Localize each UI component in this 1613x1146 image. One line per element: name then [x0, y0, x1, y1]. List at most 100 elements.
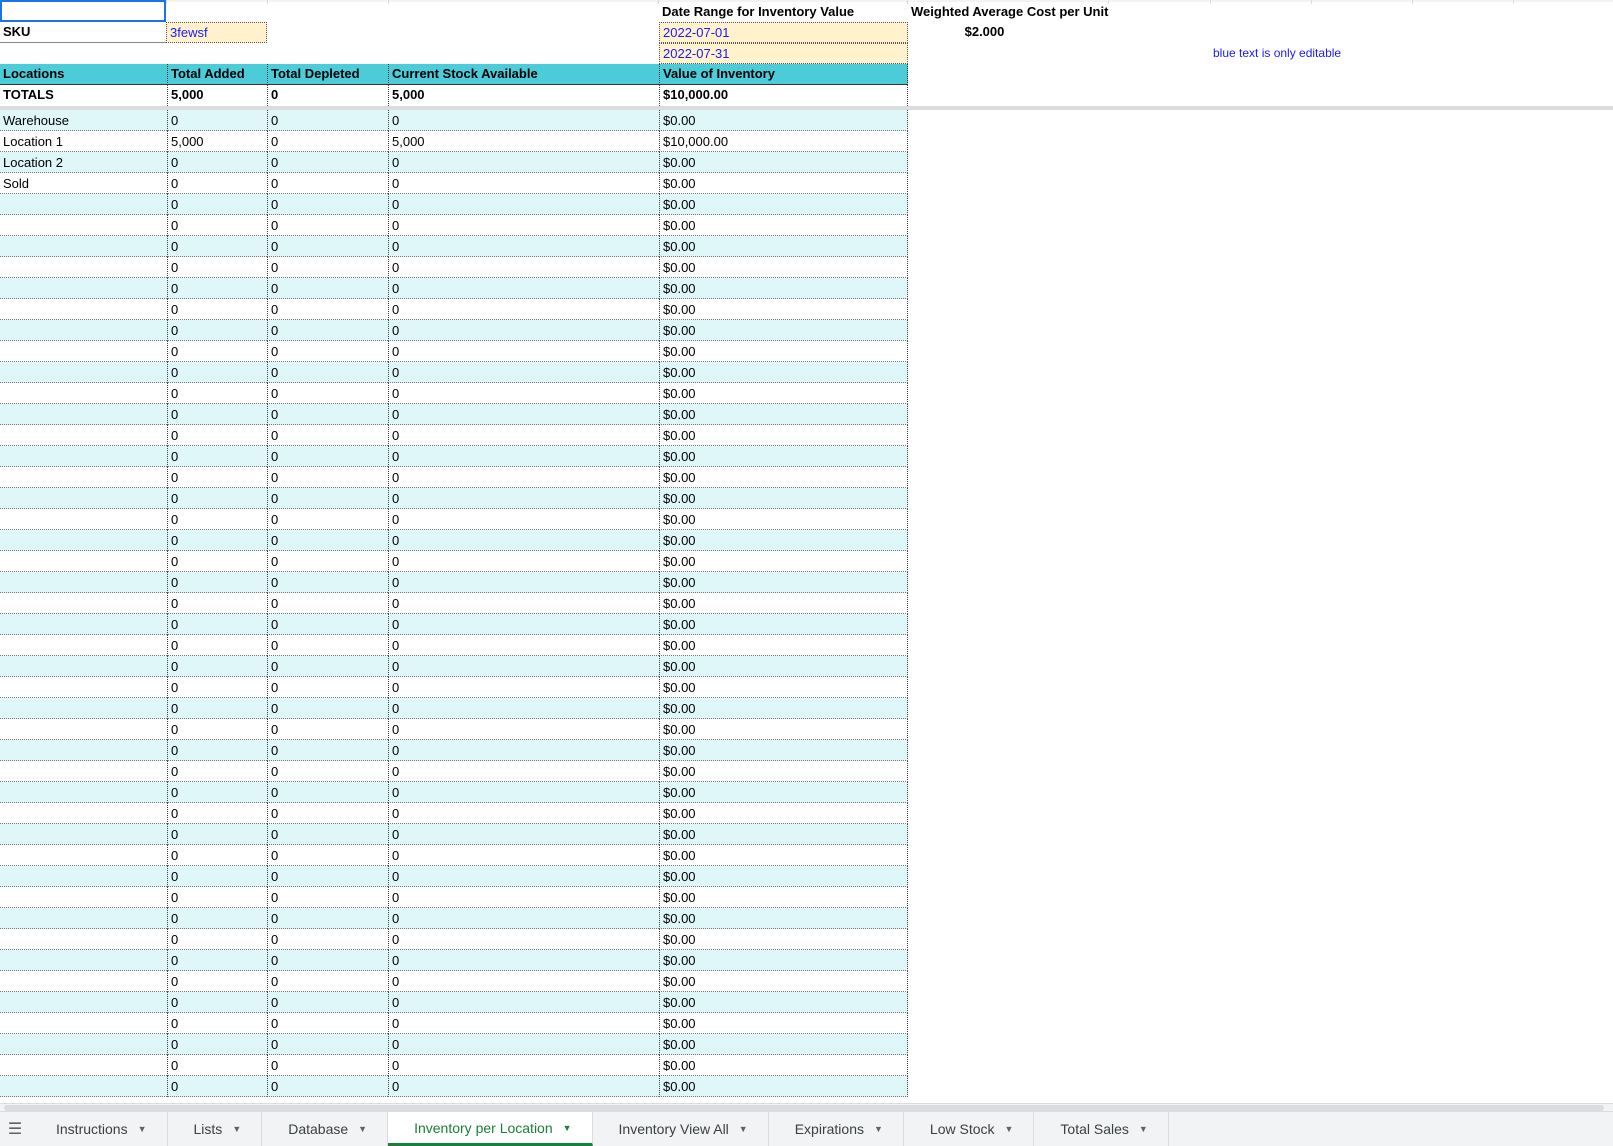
total-depleted-cell[interactable]: 0	[267, 887, 388, 908]
current-stock-cell[interactable]: 0	[388, 719, 659, 740]
current-stock-cell[interactable]: 0	[388, 173, 659, 194]
inventory-value-cell[interactable]: $0.00	[659, 320, 908, 341]
inventory-value-cell[interactable]: $0.00	[659, 992, 908, 1013]
total-depleted-cell[interactable]: 0	[267, 425, 388, 446]
current-stock-cell[interactable]: 0	[388, 992, 659, 1013]
inventory-value-cell[interactable]: $0.00	[659, 614, 908, 635]
total-added-cell[interactable]: 0	[167, 152, 267, 173]
inventory-value-cell[interactable]: $10,000.00	[659, 131, 908, 152]
inventory-value-cell[interactable]: $0.00	[659, 1034, 908, 1055]
total-depleted-cell[interactable]: 0	[267, 761, 388, 782]
location-cell[interactable]	[0, 1013, 167, 1034]
location-cell[interactable]	[0, 845, 167, 866]
total-depleted-cell[interactable]: 0	[267, 614, 388, 635]
total-depleted-cell[interactable]: 0	[267, 551, 388, 572]
total-added-cell[interactable]: 0	[167, 530, 267, 551]
current-stock-cell[interactable]: 0	[388, 740, 659, 761]
location-cell[interactable]: Location 1	[0, 131, 167, 152]
total-added-cell[interactable]: 0	[167, 593, 267, 614]
total-depleted-cell[interactable]: 0	[267, 992, 388, 1013]
total-depleted-cell[interactable]: 0	[267, 131, 388, 152]
inventory-value-cell[interactable]: $0.00	[659, 950, 908, 971]
inventory-value-cell[interactable]: $0.00	[659, 803, 908, 824]
total-depleted-cell[interactable]: 0	[267, 950, 388, 971]
sheet-tab-inventory-per-location[interactable]: Inventory per Location ▼	[388, 1112, 593, 1146]
location-cell[interactable]	[0, 341, 167, 362]
current-stock-cell[interactable]: 0	[388, 614, 659, 635]
total-added-cell[interactable]: 0	[167, 236, 267, 257]
caret-down-icon[interactable]: ▼	[358, 1124, 367, 1134]
current-stock-cell[interactable]: 0	[388, 152, 659, 173]
current-stock-cell[interactable]: 0	[388, 887, 659, 908]
total-added-cell[interactable]: 0	[167, 215, 267, 236]
current-stock-cell[interactable]: 0	[388, 194, 659, 215]
current-stock-cell[interactable]: 0	[388, 677, 659, 698]
total-added-cell[interactable]: 0	[167, 782, 267, 803]
total-added-cell[interactable]: 0	[167, 509, 267, 530]
inventory-value-cell[interactable]: $0.00	[659, 593, 908, 614]
total-depleted-cell[interactable]: 0	[267, 656, 388, 677]
current-stock-cell[interactable]: 0	[388, 803, 659, 824]
inventory-value-cell[interactable]: $0.00	[659, 404, 908, 425]
current-stock-cell[interactable]: 0	[388, 656, 659, 677]
inventory-value-cell[interactable]: $0.00	[659, 425, 908, 446]
total-depleted-cell[interactable]: 0	[267, 866, 388, 887]
inventory-value-cell[interactable]: $0.00	[659, 887, 908, 908]
location-cell[interactable]	[0, 572, 167, 593]
location-cell[interactable]	[0, 425, 167, 446]
sheet-tab-inventory-view-all[interactable]: Inventory View All ▼	[593, 1112, 769, 1146]
inventory-value-cell[interactable]: $0.00	[659, 194, 908, 215]
total-added-cell[interactable]: 0	[167, 446, 267, 467]
total-added-cell[interactable]: 0	[167, 656, 267, 677]
location-cell[interactable]	[0, 929, 167, 950]
total-added-cell[interactable]: 0	[167, 740, 267, 761]
menu-icon[interactable]: ☰	[0, 1112, 30, 1146]
sheet-tab-instructions[interactable]: Instructions ▼	[30, 1112, 168, 1146]
sheet-tab-low-stock[interactable]: Low Stock ▼	[904, 1112, 1035, 1146]
sheet-tab-total-sales[interactable]: Total Sales ▼	[1034, 1112, 1169, 1146]
location-cell[interactable]	[0, 740, 167, 761]
inventory-value-cell[interactable]: $0.00	[659, 299, 908, 320]
total-depleted-cell[interactable]: 0	[267, 152, 388, 173]
location-cell[interactable]	[0, 866, 167, 887]
inventory-value-cell[interactable]: $0.00	[659, 341, 908, 362]
total-depleted-cell[interactable]: 0	[267, 824, 388, 845]
total-added-cell[interactable]: 0	[167, 1013, 267, 1034]
current-stock-cell[interactable]: 0	[388, 110, 659, 131]
current-stock-cell[interactable]: 0	[388, 236, 659, 257]
total-added-cell[interactable]: 0	[167, 1055, 267, 1076]
date-start-input[interactable]: 2022-07-01	[659, 22, 908, 43]
total-depleted-cell[interactable]: 0	[267, 719, 388, 740]
current-stock-cell[interactable]: 0	[388, 425, 659, 446]
total-added-cell[interactable]: 0	[167, 572, 267, 593]
total-depleted-cell[interactable]: 0	[267, 803, 388, 824]
location-cell[interactable]: Sold	[0, 173, 167, 194]
location-cell[interactable]	[0, 278, 167, 299]
inventory-value-cell[interactable]: $0.00	[659, 173, 908, 194]
sheet-tab-lists[interactable]: Lists ▼	[168, 1112, 263, 1146]
inventory-value-cell[interactable]: $0.00	[659, 509, 908, 530]
inventory-value-cell[interactable]: $0.00	[659, 215, 908, 236]
total-depleted-cell[interactable]: 0	[267, 236, 388, 257]
total-added-cell[interactable]: 0	[167, 887, 267, 908]
current-stock-cell[interactable]: 0	[388, 299, 659, 320]
current-stock-cell[interactable]: 0	[388, 824, 659, 845]
current-stock-cell[interactable]: 0	[388, 845, 659, 866]
location-cell[interactable]	[0, 992, 167, 1013]
location-cell[interactable]	[0, 299, 167, 320]
location-cell[interactable]	[0, 467, 167, 488]
inventory-value-cell[interactable]: $0.00	[659, 929, 908, 950]
total-depleted-cell[interactable]: 0	[267, 845, 388, 866]
current-stock-cell[interactable]: 0	[388, 1034, 659, 1055]
total-depleted-cell[interactable]: 0	[267, 677, 388, 698]
total-depleted-cell[interactable]: 0	[267, 173, 388, 194]
total-depleted-cell[interactable]: 0	[267, 404, 388, 425]
current-stock-cell[interactable]: 0	[388, 950, 659, 971]
location-cell[interactable]	[0, 908, 167, 929]
total-added-cell[interactable]: 0	[167, 257, 267, 278]
total-added-cell[interactable]: 0	[167, 614, 267, 635]
total-added-cell[interactable]: 0	[167, 362, 267, 383]
inventory-value-cell[interactable]: $0.00	[659, 257, 908, 278]
inventory-value-cell[interactable]: $0.00	[659, 824, 908, 845]
current-stock-cell[interactable]: 0	[388, 383, 659, 404]
